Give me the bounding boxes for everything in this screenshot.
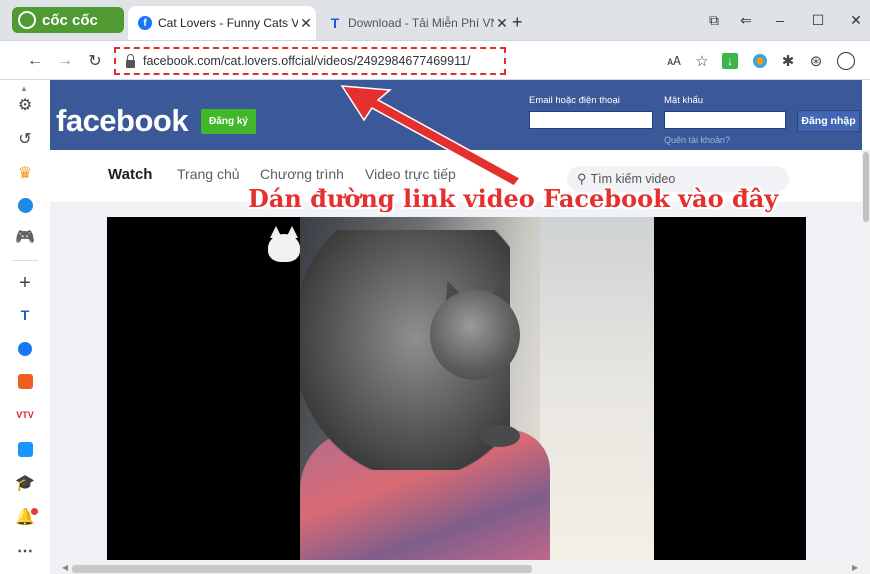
cat-paw — [480, 425, 520, 447]
cast-icon[interactable]: ⧉ — [702, 8, 726, 32]
back-button[interactable]: ← — [24, 50, 46, 72]
facebook-logo[interactable]: facebook — [56, 103, 189, 139]
scroll-left-icon[interactable]: ◀ — [62, 563, 68, 572]
nav-home[interactable]: Trang chủ — [177, 166, 240, 182]
download-extension-icon[interactable]: ↓ — [720, 51, 740, 71]
coccoc-menu-button[interactable]: cốc cốc — [12, 7, 124, 33]
url-text: facebook.com/cat.lovers.offcial/videos/2… — [143, 54, 471, 68]
tiki-icon[interactable] — [14, 438, 36, 460]
crown-icon[interactable]: ♛ — [14, 162, 36, 184]
close-tab-icon[interactable]: ✕ — [494, 15, 510, 32]
shopee-icon[interactable] — [14, 370, 36, 392]
notification-dot — [31, 508, 38, 515]
tab-search-icon[interactable]: ⇐ — [734, 8, 758, 32]
channel-cat-logo-icon — [264, 224, 304, 264]
password-input[interactable] — [664, 111, 786, 129]
tab-title: Cat Lovers - Funny Cats Vide — [158, 16, 298, 30]
scroll-right-icon[interactable]: ▶ — [852, 563, 858, 572]
password-label: Mật khẩu — [664, 95, 704, 106]
tab-download[interactable]: T Download - Tải Miễn Phí VN ✕ — [318, 6, 510, 40]
settings-gear-icon[interactable]: ⚙ — [14, 94, 36, 116]
cat-head — [430, 290, 520, 380]
translate-icon[interactable]: 🗚 — [664, 51, 684, 71]
facebook-favicon-icon: f — [138, 16, 152, 30]
tab-title: Download - Tải Miễn Phí VN — [348, 16, 494, 30]
browser-sidebar — [0, 80, 51, 574]
url-input[interactable]: facebook.com/cat.lovers.offcial/videos/2… — [114, 47, 506, 75]
account-icon[interactable]: ⊛ — [806, 51, 826, 71]
profile-circle-icon[interactable] — [836, 51, 856, 71]
coccoc-logo-icon — [18, 11, 36, 29]
add-sidebar-item-icon[interactable]: + — [14, 272, 36, 294]
vertical-scroll-thumb[interactable] — [863, 152, 869, 222]
horizontal-scroll-thumb[interactable] — [72, 565, 532, 573]
reload-button[interactable]: ↻ — [84, 50, 106, 72]
video-wall-area — [540, 217, 654, 560]
nav-watch[interactable]: Watch — [108, 166, 152, 183]
sidebar-scroll-up-icon[interactable]: ▲ — [20, 84, 28, 93]
games-icon[interactable]: 🎮 — [14, 226, 36, 248]
tab-cat-lovers[interactable]: f Cat Lovers - Funny Cats Vide ✕ — [128, 6, 316, 40]
close-tab-icon[interactable]: ✕ — [298, 15, 314, 32]
email-label: Email hoặc điện thoại — [529, 95, 620, 106]
lock-icon — [126, 53, 135, 68]
coccoc-extension-icon[interactable] — [750, 51, 770, 71]
new-tab-button[interactable]: + — [512, 12, 523, 33]
sidebar-divider — [12, 260, 38, 261]
download-site-icon[interactable]: T — [14, 304, 36, 326]
annotation-arrow — [340, 85, 522, 187]
signup-button[interactable]: Đăng ký — [201, 109, 256, 134]
history-icon[interactable]: ↺ — [14, 128, 36, 150]
facebook-download-icon[interactable] — [14, 338, 36, 360]
graduation-cap-icon[interactable]: 🎓 — [14, 472, 36, 494]
forward-button[interactable]: → — [54, 50, 76, 72]
login-button[interactable]: Đăng nhập — [797, 110, 860, 132]
email-input[interactable] — [529, 111, 653, 129]
forgot-account-link[interactable]: Quên tài khoản? — [664, 135, 730, 145]
download-site-favicon-icon: T — [330, 15, 340, 31]
more-options-icon[interactable]: ⋯ — [14, 540, 36, 562]
annotation-text: Dán đường link video Facebook vào đây — [248, 184, 779, 213]
bookmark-star-icon[interactable]: ☆ — [692, 51, 712, 71]
vtv-icon[interactable]: VTV — [14, 404, 36, 426]
extensions-puzzle-icon[interactable]: ✱ — [778, 51, 798, 71]
close-window-button[interactable]: ✕ — [844, 8, 868, 32]
maximize-button[interactable]: ☐ — [806, 8, 830, 32]
coccoc-brand-label: cốc cốc — [42, 11, 98, 29]
minimize-button[interactable]: – — [768, 8, 792, 32]
messenger-icon[interactable] — [14, 194, 36, 216]
